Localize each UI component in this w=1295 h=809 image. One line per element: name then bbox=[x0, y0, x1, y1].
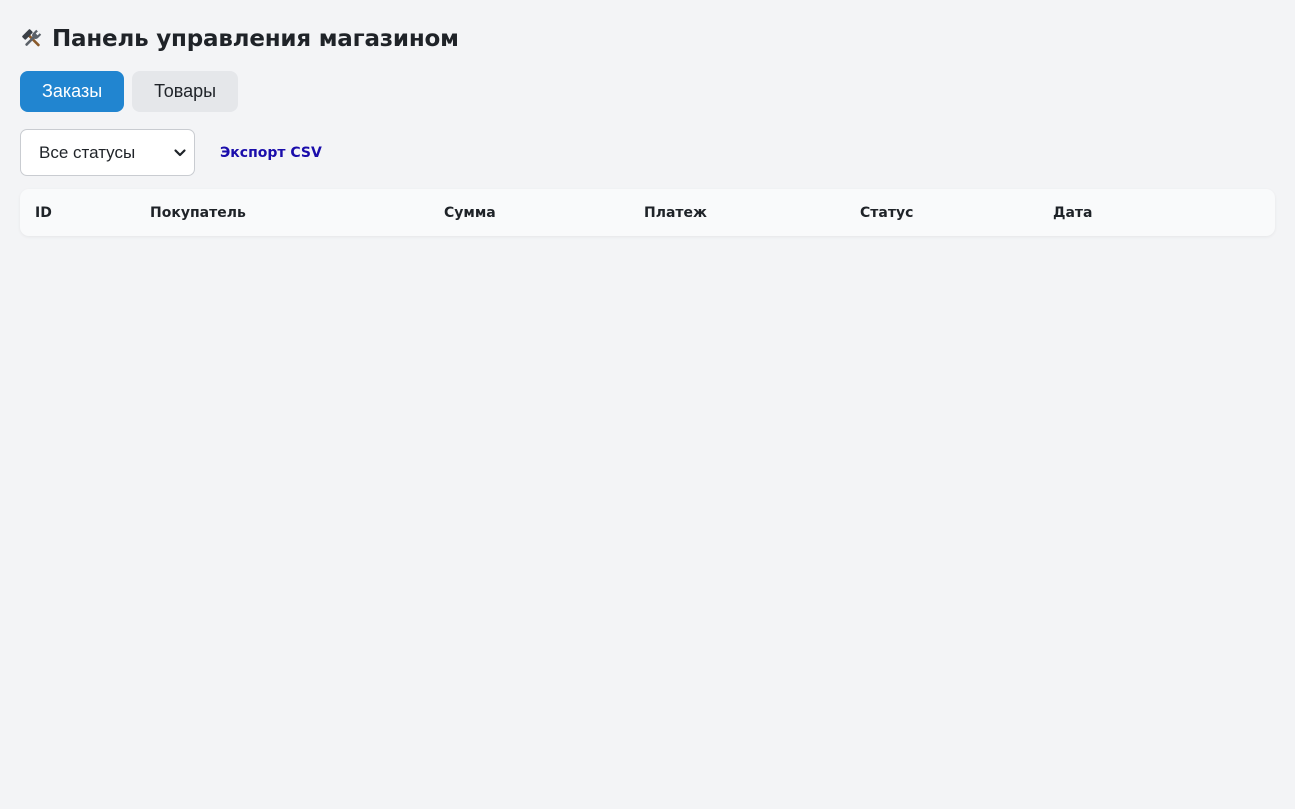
orders-table: ID Покупатель Сумма Платеж Статус Дата bbox=[20, 189, 1275, 236]
admin-page: Панель управления магазином Заказы Товар… bbox=[0, 0, 1295, 809]
status-filter-select[interactable]: Все статусы bbox=[20, 129, 195, 176]
export-csv-link[interactable]: Экспорт CSV bbox=[220, 145, 322, 161]
column-header-id[interactable]: ID bbox=[35, 189, 52, 236]
tab-orders[interactable]: Заказы bbox=[20, 71, 125, 112]
hammer-and-wrench-icon bbox=[20, 27, 44, 51]
table-header-row: ID Покупатель Сумма Платеж Статус Дата bbox=[20, 189, 1275, 236]
page-header: Панель управления магазином bbox=[20, 22, 459, 56]
column-header-customer[interactable]: Покупатель bbox=[150, 189, 246, 236]
column-header-payment[interactable]: Платеж bbox=[644, 189, 707, 236]
section-tabs: Заказы Товары bbox=[20, 71, 239, 112]
chevron-down-icon bbox=[173, 146, 187, 160]
column-header-amount[interactable]: Сумма bbox=[444, 189, 496, 236]
status-filter-value: Все статусы bbox=[39, 142, 136, 162]
page-title: Панель управления магазином bbox=[52, 26, 459, 52]
column-header-date[interactable]: Дата bbox=[1053, 189, 1092, 236]
tab-products[interactable]: Товары bbox=[132, 71, 239, 112]
orders-toolbar: Все статусы Экспорт CSV bbox=[20, 129, 322, 176]
column-header-status[interactable]: Статус bbox=[860, 189, 913, 236]
